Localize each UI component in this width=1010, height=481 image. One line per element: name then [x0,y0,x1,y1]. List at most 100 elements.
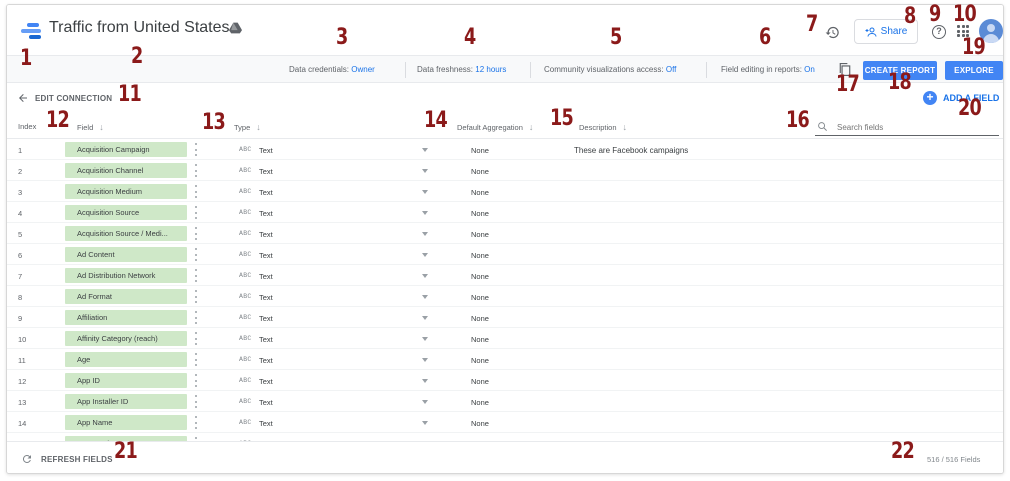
kebab-menu-icon[interactable] [195,374,198,387]
search-input[interactable] [837,120,987,134]
field-type[interactable]: Text [259,167,273,176]
field-type[interactable]: Text [259,209,273,218]
community-value[interactable]: Off [666,65,677,74]
default-aggregation[interactable]: None [471,419,489,428]
field-type[interactable]: Text [259,146,273,155]
field-editing-value[interactable]: On [804,65,815,74]
sort-arrow-icon[interactable]: ↓ [256,122,261,132]
default-aggregation[interactable]: None [471,146,489,155]
field-type[interactable]: Text [259,272,273,281]
field-name-chip[interactable]: Affiliation [65,310,187,325]
index-header-label: Index [18,122,37,131]
dropdown-caret-icon[interactable] [422,253,428,257]
column-header-aggregation[interactable]: Default Aggregation ↓ [457,122,533,132]
field-type[interactable]: Text [259,356,273,365]
sort-arrow-icon[interactable]: ↓ [529,122,534,132]
kebab-menu-icon[interactable] [195,416,198,429]
back-arrow-icon[interactable] [17,92,29,104]
field-name-chip[interactable]: Affinity Category (reach) [65,331,187,346]
kebab-menu-icon[interactable] [195,353,198,366]
default-aggregation[interactable]: None [471,209,489,218]
field-name-chip[interactable]: Ad Content [65,247,187,262]
default-aggregation[interactable]: None [471,272,489,281]
refresh-fields-button[interactable]: REFRESH FIELDS [41,455,113,464]
field-type[interactable]: Text [259,335,273,344]
history-icon[interactable] [825,25,840,40]
default-aggregation[interactable]: None [471,167,489,176]
field-name-chip[interactable]: Acquisition Source [65,205,187,220]
column-header-description[interactable]: Description ↓ [579,122,627,132]
refresh-icon[interactable] [21,453,33,465]
field-name-chip[interactable]: Acquisition Source / Medi... [65,226,187,241]
edit-connection-button[interactable]: EDIT CONNECTION [35,94,112,103]
kebab-menu-icon[interactable] [195,311,198,324]
dropdown-caret-icon[interactable] [422,169,428,173]
field-type[interactable]: Text [259,230,273,239]
default-aggregation[interactable]: None [471,251,489,260]
field-type[interactable]: Text [259,293,273,302]
field-type[interactable]: Text [259,377,273,386]
data-studio-logo-icon[interactable] [21,23,41,39]
field-name-chip[interactable]: Ad Format [65,289,187,304]
kebab-menu-icon[interactable] [195,206,198,219]
dropdown-caret-icon[interactable] [422,337,428,341]
column-header-type[interactable]: Type ↓ [234,122,261,132]
default-aggregation[interactable]: None [471,314,489,323]
data-credentials[interactable]: Data credentials: Owner [289,65,375,74]
kebab-menu-icon[interactable] [195,185,198,198]
field-name-chip[interactable]: App ID [65,373,187,388]
sort-arrow-icon[interactable]: ↓ [623,122,628,132]
field-name-chip[interactable]: Age [65,352,187,367]
field-name-chip[interactable]: Ad Distribution Network [65,268,187,283]
community-visualizations-access[interactable]: Community visualizations access: Off [544,65,676,74]
kebab-menu-icon[interactable] [195,290,198,303]
kebab-menu-icon[interactable] [195,227,198,240]
dropdown-caret-icon[interactable] [422,190,428,194]
default-aggregation[interactable]: None [471,398,489,407]
field-name-chip[interactable]: App Name [65,415,187,430]
kebab-menu-icon[interactable] [195,269,198,282]
column-header-field[interactable]: Field ↓ [77,122,104,132]
field-description[interactable]: These are Facebook campaigns [574,146,688,155]
explore-button[interactable]: EXPLORE [945,61,1003,80]
field-type[interactable]: Text [259,188,273,197]
dropdown-caret-icon[interactable] [422,274,428,278]
default-aggregation[interactable]: None [471,293,489,302]
dropdown-caret-icon[interactable] [422,358,428,362]
field-type[interactable]: Text [259,398,273,407]
data-freshness[interactable]: Data freshness: 12 hours [417,65,506,74]
default-aggregation[interactable]: None [471,230,489,239]
field-type[interactable]: Text [259,314,273,323]
field-name-chip[interactable]: Acquisition Medium [65,184,187,199]
dropdown-caret-icon[interactable] [422,211,428,215]
dropdown-caret-icon[interactable] [422,421,428,425]
dropdown-caret-icon[interactable] [422,295,428,299]
dropdown-caret-icon[interactable] [422,232,428,236]
annotation-20: 20 [958,96,982,121]
dropdown-caret-icon[interactable] [422,316,428,320]
dropdown-caret-icon[interactable] [422,400,428,404]
default-aggregation[interactable]: None [471,377,489,386]
kebab-menu-icon[interactable] [195,332,198,345]
column-header-index[interactable]: Index [18,122,36,131]
default-aggregation[interactable]: None [471,335,489,344]
sort-arrow-icon[interactable]: ↓ [99,122,104,132]
kebab-menu-icon[interactable] [195,143,198,156]
kebab-menu-icon[interactable] [195,248,198,261]
dropdown-caret-icon[interactable] [422,148,428,152]
dropdown-caret-icon[interactable] [422,379,428,383]
field-type[interactable]: Text [259,251,273,260]
help-icon[interactable]: ? [932,25,946,39]
data-source-title[interactable]: Traffic from United States [49,19,230,37]
field-name-chip[interactable]: Acquisition Channel [65,163,187,178]
default-aggregation[interactable]: None [471,356,489,365]
freshness-value[interactable]: 12 hours [475,65,506,74]
kebab-menu-icon[interactable] [195,164,198,177]
field-editing-in-reports[interactable]: Field editing in reports: On [721,65,815,74]
kebab-menu-icon[interactable] [195,395,198,408]
field-name-chip[interactable]: App Installer ID [65,394,187,409]
field-type[interactable]: Text [259,419,273,428]
credentials-value[interactable]: Owner [351,65,375,74]
default-aggregation[interactable]: None [471,188,489,197]
field-name-chip[interactable]: Acquisition Campaign [65,142,187,157]
